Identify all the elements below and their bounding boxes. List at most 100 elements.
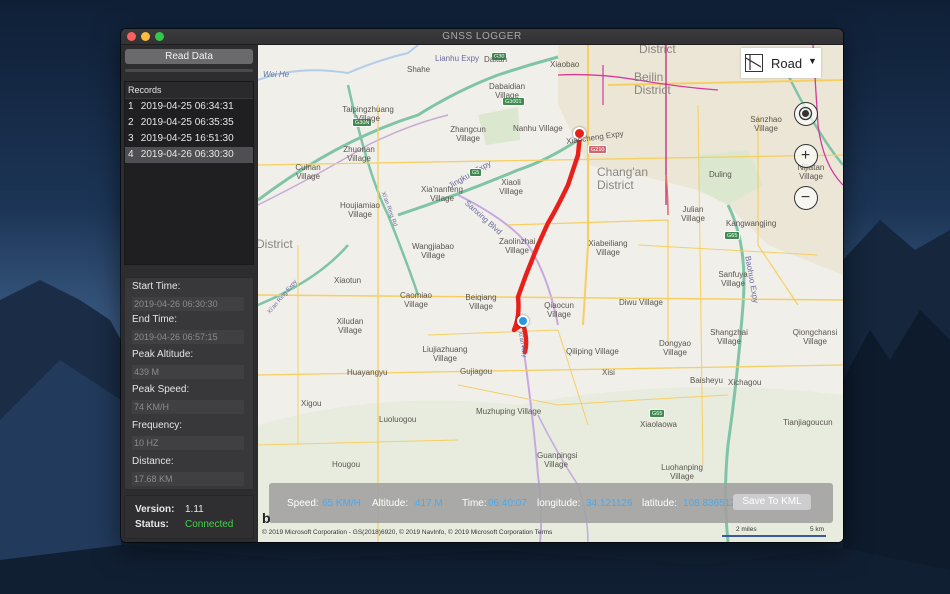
record-row[interactable]: 1 2019-04-25 06:34:31 [125, 99, 253, 115]
frequency-field[interactable]: 10 HZ [132, 436, 244, 450]
record-time: 2019-04-25 16:51:30 [140, 133, 234, 144]
map-place-label: Daitan [484, 55, 508, 64]
map-place-label: Gujiagou [460, 367, 493, 376]
record-time: 2019-04-25 06:35:35 [140, 117, 234, 128]
map-place-label: Guanpingsi Village [537, 451, 578, 469]
map-place-label: Muzhuping Village [476, 407, 542, 416]
map-style-label: Road [771, 56, 803, 71]
longitude-label: longitude: [537, 498, 581, 509]
highway-shield: G65 [724, 231, 741, 240]
map-place-label: Luohanping Village [661, 463, 703, 481]
map-place-label: Baisheyu [690, 376, 723, 385]
scale-bar-miles [722, 535, 772, 537]
map-place-label: Wangjiabao Village [412, 242, 454, 260]
latitude-label: latitude: [642, 498, 678, 509]
frequency-label: Frequency: [132, 420, 183, 431]
scale-bar-km [772, 535, 826, 537]
latitude-value: 108.836512 [683, 498, 736, 509]
map-place-label: Dabaidian Village [488, 82, 526, 100]
status-label: Status: [135, 519, 169, 530]
map-place-label: Tianjiagoucun [783, 418, 833, 427]
map-place-label: Xisi [602, 368, 615, 377]
map-place-label: Xiaoli Village [499, 178, 523, 196]
highway-shield: G65 [649, 409, 666, 418]
highway-shield: G210 [588, 145, 608, 154]
zoom-out-button[interactable]: − [794, 186, 818, 210]
map-place-label: Zaolinzhai Village [499, 237, 536, 255]
read-data-button[interactable]: Read Data [125, 49, 253, 64]
trip-info-panel: Start Time: 2019-04-26 06:30:30 End Time… [124, 277, 254, 490]
read-progress-bar [125, 69, 253, 72]
version-label: Version: [135, 504, 175, 515]
distance-field[interactable]: 17.68 KM [132, 472, 244, 486]
map-style-dropdown[interactable]: Road ▼ [741, 48, 821, 78]
record-number: 3 [128, 133, 134, 144]
end-time-field[interactable]: 2019-04-26 06:57:15 [132, 330, 244, 344]
record-row[interactable]: 2 2019-04-25 06:35:35 [125, 115, 253, 131]
chevron-down-icon: ▼ [808, 56, 817, 66]
distance-label: Distance: [132, 456, 174, 467]
map-district-label: Beilin District [634, 70, 671, 97]
map-district-label: District [639, 45, 676, 56]
map-place-label: Luoluogou [379, 415, 417, 424]
map-view[interactable]: District Beilin District Chang'an Distri… [258, 45, 843, 542]
longitude-value: 34.121126 [586, 498, 633, 509]
map-place-label: Duling [709, 170, 732, 179]
sidebar: Read Data Records 1 2019-04-25 06:34:31 … [121, 45, 258, 542]
map-place-label: Nanhu Village [513, 124, 563, 133]
peak-speed-label: Peak Speed: [132, 384, 190, 395]
map-place-label: Huayangyu [347, 368, 388, 377]
map-place-label: Xichagou [728, 378, 762, 387]
records-table: Records 1 2019-04-25 06:34:31 2 2019-04-… [124, 81, 254, 265]
scale-km-label: 5 km [810, 526, 825, 533]
record-number: 2 [128, 117, 134, 128]
map-place-label: Qiaocun Village [544, 301, 574, 319]
map-place-label: Zhuonan Village [343, 145, 375, 163]
map-place-label: Qiongchansi Village [792, 328, 838, 346]
version-value: 1.11 [185, 504, 204, 515]
record-time: 2019-04-26 06:30:30 [140, 149, 234, 160]
locate-button[interactable] [794, 102, 818, 126]
map-place-label: Julian Village [681, 205, 705, 223]
map-place-label: Xiaotun [334, 276, 362, 285]
peak-speed-field[interactable]: 74 KM/H [132, 400, 244, 414]
map-place-label: Shahe [407, 65, 431, 74]
map-district-label: Chang'an District [597, 165, 648, 192]
altitude-label: Altitude: [372, 498, 409, 509]
end-time-label: End Time: [132, 314, 178, 325]
peak-altitude-field[interactable]: 439 M [132, 365, 244, 379]
map-place-label: Xigou [301, 399, 322, 408]
highway-shield: G5 [469, 168, 483, 177]
start-time-label: Start Time: [132, 281, 181, 292]
connection-status: Connected [185, 519, 234, 530]
scale-miles-label: 2 miles [736, 526, 757, 533]
start-time-field[interactable]: 2019-04-26 06:30:30 [132, 297, 244, 311]
map-place-label: Cuinan Village [295, 163, 321, 181]
altitude-value: 417 M [415, 498, 443, 509]
map-place-label: Xiaolaowa [640, 420, 677, 429]
zoom-out-icon: − [800, 189, 811, 206]
record-row[interactable]: 3 2019-04-25 16:51:30 [125, 131, 253, 147]
record-time: 2019-04-25 06:34:31 [140, 101, 234, 112]
app-window: GNSS LOGGER Read Data Records 1 2019-04-… [121, 29, 843, 542]
map-place-label: Caomiao Village [399, 291, 432, 309]
map-road-label: Lianhu Expy [435, 54, 480, 63]
device-status-panel: Version: 1.11 Status: Connected [124, 495, 254, 539]
record-row-selected[interactable]: 4 2019-04-26 06:30:30 [125, 147, 253, 163]
start-marker-icon[interactable] [517, 315, 529, 327]
title-bar: GNSS LOGGER [121, 29, 843, 45]
map-place-label: Xia'nanfeng Village [420, 185, 463, 203]
zoom-in-icon: + [800, 147, 811, 164]
map-place-label: Kangwangjing [726, 219, 777, 228]
map-place-label: Sanfuya Village [718, 270, 748, 288]
map-place-label: Houjiamiao Village [339, 201, 381, 219]
live-data-overlay: Speed: 65 KM/H Altitude: 417 M Time: 06:… [269, 483, 833, 523]
map-place-label: Qiliping Village [566, 347, 619, 356]
zoom-in-button[interactable]: + [794, 144, 818, 168]
speed-value: 65 KM/H [322, 498, 361, 509]
map-place-label: Diwu Village [619, 298, 663, 307]
map-place-label: Beiqiang Village [465, 293, 497, 311]
bing-logo: b [262, 510, 271, 526]
window-title: GNSS LOGGER [442, 31, 522, 42]
save-to-kml-button[interactable]: Save To KML [733, 494, 811, 510]
